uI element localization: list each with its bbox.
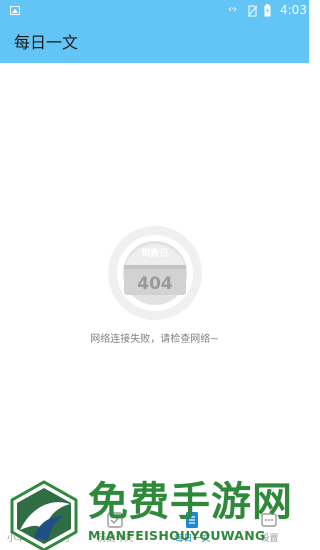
bottom-navigation: 小羊日程倒计时 历史今天 每日一文 设置 <box>0 505 309 550</box>
checkbox-icon <box>107 512 123 528</box>
network-error-message: 网络连接失败，请检查网络~ <box>90 334 219 345</box>
nav-label: 历史今天 <box>97 534 134 544</box>
settings-icon <box>261 513 277 527</box>
error-404-illustration: 倒数日 404 <box>108 226 202 320</box>
image-notification-icon <box>10 6 20 15</box>
nav-item-settings[interactable]: 设置 <box>231 505 308 550</box>
error-code: 404 <box>137 274 173 294</box>
article-icon <box>186 512 198 528</box>
error-badge-label: 倒数日 <box>140 247 168 259</box>
home-icon <box>30 513 46 528</box>
battery-charging-icon <box>264 4 271 17</box>
nav-label: 设置 <box>260 534 279 544</box>
nav-item-history[interactable]: 历史今天 <box>77 505 154 550</box>
nav-label: 小羊日程倒计时 <box>6 534 70 544</box>
page-title: 每日一文 <box>14 33 79 52</box>
nav-label: 每日一文 <box>174 534 211 544</box>
data-activity-icon: ‹·› <box>228 4 237 15</box>
no-sim-icon <box>248 5 257 17</box>
nav-item-countdown[interactable]: 小羊日程倒计时 <box>0 505 77 550</box>
status-bar: ‹·› 4:03 <box>0 0 309 22</box>
header: ‹·› 4:03 每日一文 <box>0 0 309 63</box>
screen: ‹·› 4:03 每日一文 倒数日 404 网络连接失败，请检查网络~ 小羊日程… <box>0 0 309 550</box>
nav-item-daily-article[interactable]: 每日一文 <box>154 505 231 550</box>
badge-label: 倒数日 <box>140 247 168 259</box>
status-time: 4:03 <box>280 3 307 17</box>
